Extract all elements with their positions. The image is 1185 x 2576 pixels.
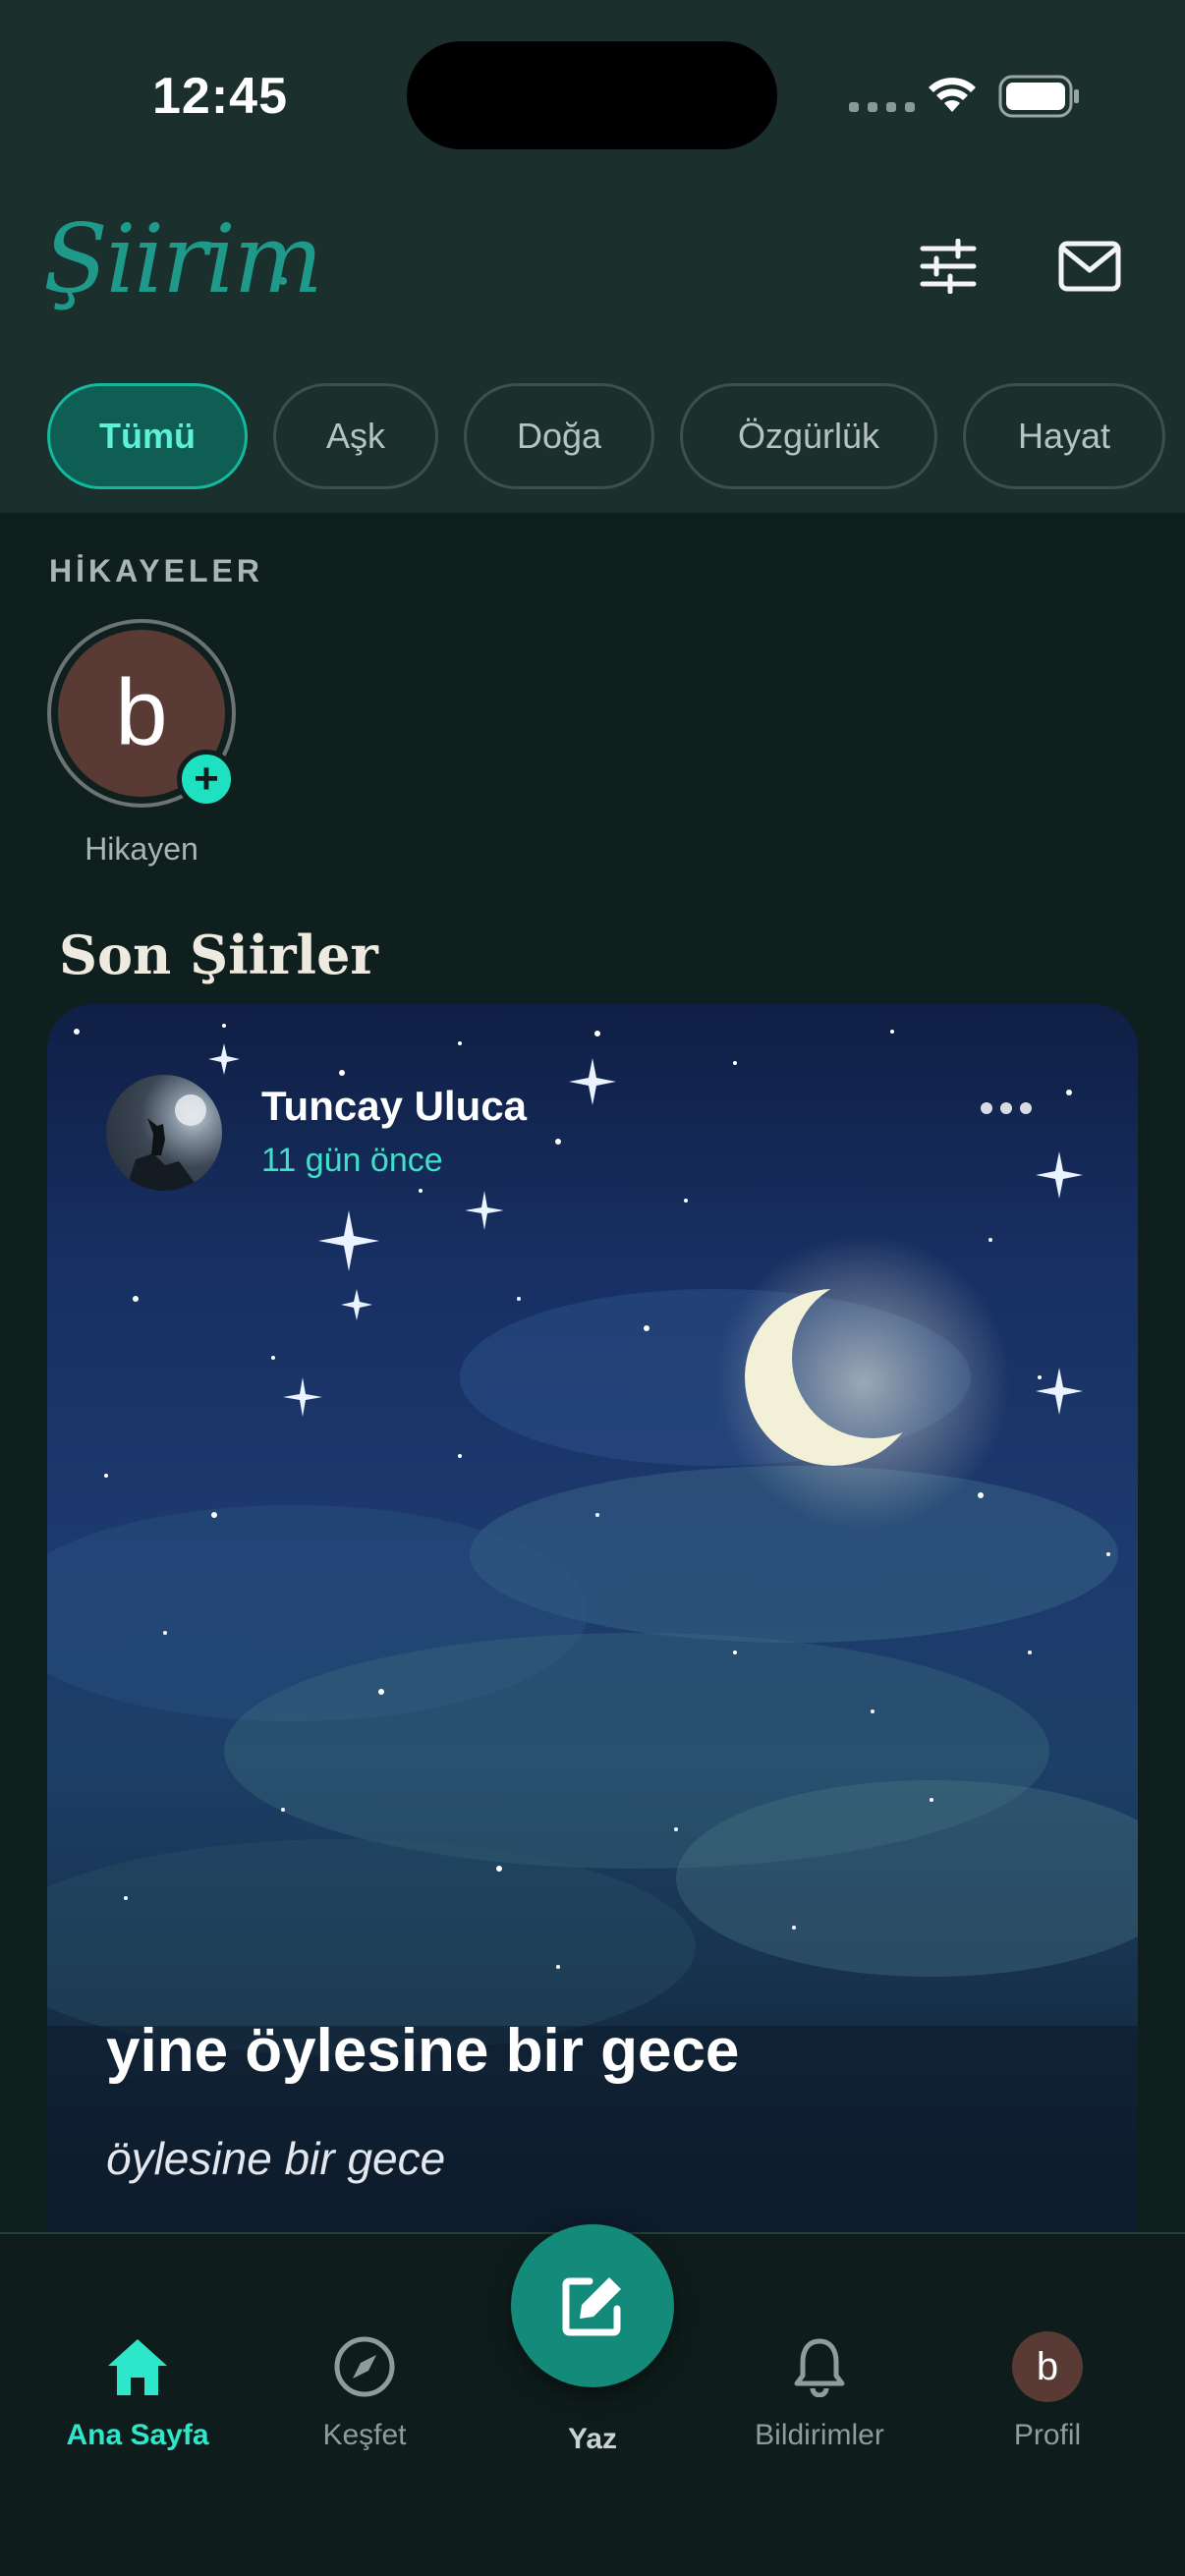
- battery-icon: [998, 75, 1079, 118]
- section-title: Son Şiirler: [59, 924, 378, 986]
- logo-flourish: [279, 277, 287, 285]
- tab-explore[interactable]: Keşfet: [266, 2332, 463, 2452]
- plus-icon[interactable]: +: [177, 750, 236, 809]
- poem-title: yine öylesine bir gece: [106, 2017, 740, 2085]
- wolf-image: [126, 1094, 206, 1191]
- tab-label: Bildirimler: [755, 2419, 884, 2451]
- cellular-signal-icon: [849, 102, 915, 112]
- wifi-icon: [929, 78, 976, 112]
- ellipsis-icon[interactable]: [981, 1102, 1032, 1114]
- app-header: 12:45 Şiirim Tümü Aşk Doğa Özgürlük Haya…: [0, 0, 1185, 513]
- write-button[interactable]: [511, 2224, 674, 2387]
- mail-icon: [1058, 241, 1121, 292]
- tab-label: Keşfet: [322, 2419, 407, 2451]
- bell-icon: [794, 2338, 845, 2397]
- poem-card[interactable]: Tuncay Uluca 11 gün önce yine öylesine b…: [47, 1004, 1138, 2232]
- dynamic-island: [407, 41, 777, 149]
- poem-excerpt: öylesine bir gece: [106, 2133, 446, 2184]
- compass-icon: [334, 2336, 395, 2397]
- avatar: b: [1012, 2331, 1083, 2402]
- own-story-label: Hikayen: [85, 831, 198, 867]
- chip-hayat[interactable]: Hayat: [963, 383, 1165, 489]
- tab-home[interactable]: Ana Sayfa: [39, 2332, 236, 2452]
- post-time: 11 gün önce: [261, 1142, 443, 1179]
- sliders-icon: [920, 239, 977, 294]
- filter-button[interactable]: [914, 232, 983, 301]
- status-time: 12:45: [152, 68, 288, 125]
- tab-label: Ana Sayfa: [66, 2419, 209, 2451]
- chip-tumu[interactable]: Tümü: [47, 383, 248, 489]
- tab-label: Profil: [1013, 2419, 1082, 2451]
- messages-button[interactable]: [1055, 232, 1124, 301]
- stories-heading: HİKAYELER: [49, 553, 263, 588]
- home-icon: [108, 2339, 167, 2395]
- chip-doga[interactable]: Doğa: [464, 383, 654, 489]
- app-logo: Şiirim: [43, 204, 323, 314]
- tab-notifications[interactable]: Bildirimler: [721, 2332, 918, 2452]
- category-chips: Tümü Aşk Doğa Özgürlük Hayat: [47, 383, 1165, 489]
- tab-profile[interactable]: b Profil: [949, 2331, 1146, 2452]
- write-label: Yaz: [567, 2423, 618, 2455]
- author-name[interactable]: Tuncay Uluca: [261, 1083, 527, 1130]
- chip-ask[interactable]: Aşk: [273, 383, 438, 489]
- edit-icon: [562, 2277, 621, 2336]
- chip-ozgurluk[interactable]: Özgürlük: [680, 383, 937, 489]
- author-avatar[interactable]: [106, 1075, 222, 1191]
